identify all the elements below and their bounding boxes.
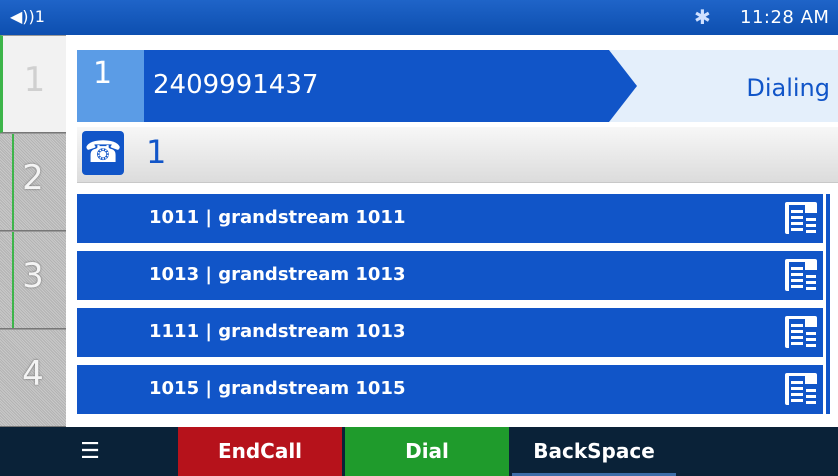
company-icon <box>785 373 818 406</box>
backspace-button[interactable]: BackSpace <box>512 427 676 476</box>
contact-label: 1011 | grandstream 1011 <box>149 207 406 228</box>
volume-indicator: ◀))1 <box>10 7 45 26</box>
line-keys: 1 2 3 4 <box>0 35 66 427</box>
contact-item[interactable]: 1015 | grandstream 1015 <box>77 365 823 414</box>
contact-list: 1011 | grandstream 1011 1013 | grandstre… <box>77 194 823 422</box>
line-key-2[interactable]: 2 <box>0 133 66 231</box>
line-key-4[interactable]: 4 <box>0 329 66 427</box>
line-key-1[interactable]: 1 <box>0 35 66 133</box>
contact-item[interactable]: 1111 | grandstream 1013 <box>77 308 823 357</box>
clock: 11:28 AM <box>740 7 830 28</box>
company-icon <box>785 259 818 292</box>
arrow-shape <box>609 50 637 122</box>
scrollbar[interactable] <box>826 194 830 414</box>
phone-icon: ☎ <box>82 131 124 175</box>
softkey-bar: ☰ EndCall Dial BackSpace <box>0 427 838 476</box>
line-key-label: 4 <box>22 354 44 394</box>
dialed-number: 2409991437 <box>153 70 319 100</box>
line-key-label: 3 <box>22 256 44 296</box>
call-state: Dialing <box>746 74 830 102</box>
call-index: 1 <box>77 50 144 122</box>
company-icon <box>785 316 818 349</box>
dial-input[interactable]: ☎ 1 <box>77 127 838 183</box>
endcall-button[interactable]: EndCall <box>178 427 342 476</box>
contact-label: 1013 | grandstream 1013 <box>149 264 406 285</box>
contact-label: 1015 | grandstream 1015 <box>149 378 406 399</box>
line-key-3[interactable]: 3 <box>0 231 66 329</box>
bluetooth-icon: ✱ <box>694 5 711 29</box>
menu-icon[interactable]: ☰ <box>60 427 120 476</box>
contact-label: 1111 | grandstream 1013 <box>149 321 406 342</box>
dial-input-value: 1 <box>146 133 167 171</box>
company-icon <box>785 202 818 235</box>
contact-item[interactable]: 1013 | grandstream 1013 <box>77 251 823 300</box>
line-key-label: 2 <box>22 158 44 198</box>
status-bar: ◀))1 ✱ 11:28 AM <box>0 0 838 35</box>
dial-button[interactable]: Dial <box>345 427 509 476</box>
line-key-label: 1 <box>23 60 46 100</box>
contact-item[interactable]: 1011 | grandstream 1011 <box>77 194 823 243</box>
call-header: 1 2409991437 Dialing <box>77 50 838 122</box>
